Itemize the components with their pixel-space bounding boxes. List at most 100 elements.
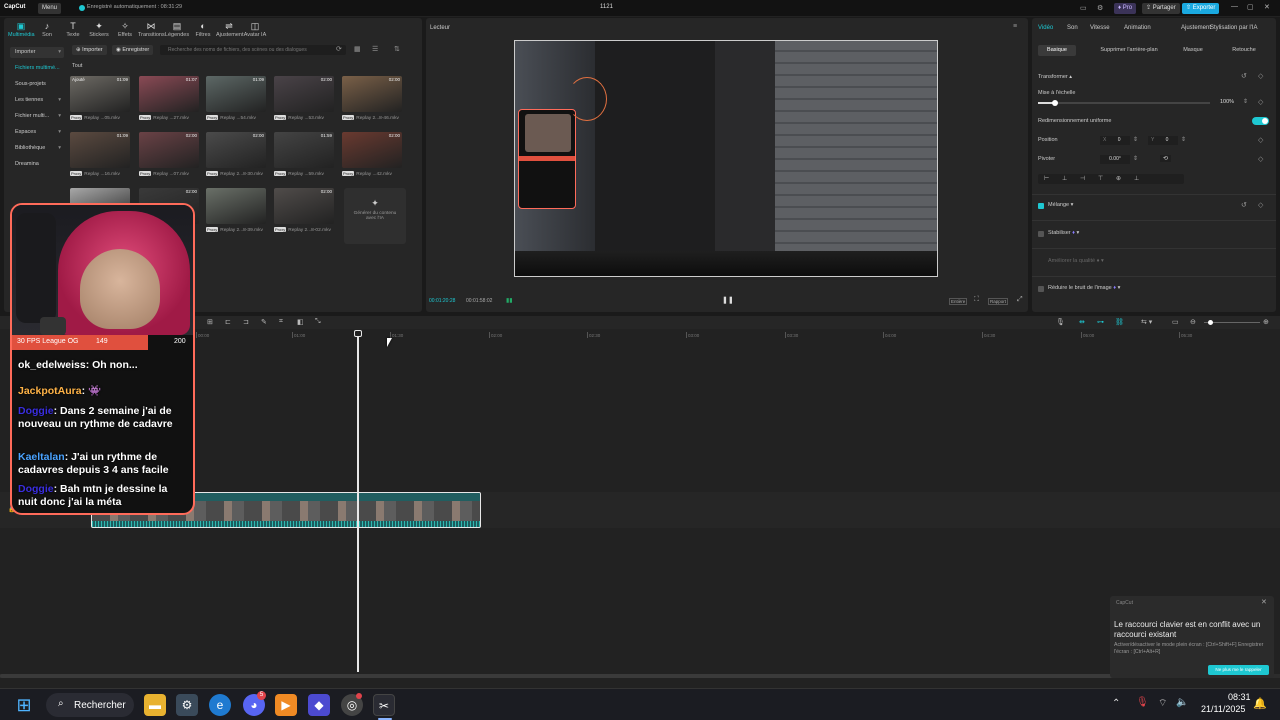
denoise-checkbox[interactable]: [1038, 286, 1044, 292]
transform-heading[interactable]: Transformer ▴: [1038, 74, 1072, 80]
clock-time[interactable]: 08:31: [1228, 692, 1251, 702]
sidebar-item-4[interactable]: Fichier multi... ▾: [10, 111, 64, 122]
dev-app-icon[interactable]: ◆: [308, 694, 330, 716]
align-icon-3[interactable]: ⊤: [1098, 175, 1103, 182]
align-icon-4[interactable]: ⊕: [1116, 175, 1121, 182]
video-preview[interactable]: [514, 40, 938, 277]
tool-effets[interactable]: ✧ Effets: [112, 21, 138, 38]
blend-heading[interactable]: Mélange ▾: [1048, 202, 1073, 208]
keyframe-position-icon[interactable]: ◇: [1258, 136, 1263, 144]
position-y-field[interactable]: Y 0: [1148, 136, 1178, 145]
pro-button[interactable]: ♦ Pro: [1114, 3, 1137, 14]
media-thumbnail[interactable]: 01:09 Ajouté: [70, 76, 130, 112]
position-y-stepper-icon[interactable]: ⇕: [1181, 136, 1186, 143]
layout-icon[interactable]: ▭: [1080, 4, 1087, 12]
grid-view-icon[interactable]: ▦: [354, 45, 361, 53]
fullscreen-icon[interactable]: ⤢: [1017, 296, 1023, 304]
wifi-icon[interactable]: ⌔: [1158, 697, 1167, 710]
ai-search-icon[interactable]: ⟳: [336, 45, 342, 53]
sidebar-item-2[interactable]: Sous-projets: [10, 79, 64, 90]
pause-icon[interactable]: ❚❚: [722, 296, 734, 304]
minimize-icon[interactable]: —: [1231, 3, 1238, 10]
media-thumbnail[interactable]: 02:00: [206, 132, 266, 168]
tab-5[interactable]: Stylisation par l'IA: [1210, 25, 1258, 31]
stabilize-heading[interactable]: Stabiliser ♦ ▾: [1048, 230, 1079, 236]
notifications-icon[interactable]: 🔔: [1253, 697, 1267, 710]
maximize-icon[interactable]: ▢: [1247, 3, 1254, 11]
tab-0[interactable]: Vidéo: [1038, 25, 1053, 31]
ai-generate-card[interactable]: ✦ Générer du contenu avec l'IA: [344, 188, 406, 244]
position-x-stepper-icon[interactable]: ⇕: [1133, 136, 1138, 143]
file-explorer-icon[interactable]: ▬: [144, 694, 166, 716]
player-menu-icon[interactable]: ≡: [1013, 23, 1017, 30]
rotate-field[interactable]: 0.00°: [1100, 155, 1130, 164]
sidebar-item-7[interactable]: Dreamina: [10, 159, 64, 170]
share-button[interactable]: ⇪ Partager: [1142, 3, 1180, 14]
media-thumbnail[interactable]: 02:00: [274, 188, 334, 224]
settings-icon[interactable]: ⚙: [1097, 4, 1103, 12]
align-icon-5[interactable]: ⊥: [1134, 175, 1139, 182]
tab-3[interactable]: Animation: [1124, 25, 1151, 31]
taskbar-search[interactable]: ⌕ Rechercher: [46, 693, 134, 717]
filter-all[interactable]: Tout: [72, 63, 82, 69]
record-button[interactable]: ◉ Enregistrer: [112, 45, 154, 55]
capcut-taskbar-icon[interactable]: ✂: [373, 694, 395, 716]
sidebar-item-6[interactable]: Bibliothèque ▾: [10, 143, 64, 154]
subtab-2[interactable]: Masque: [1172, 45, 1214, 56]
toast-dismiss-button[interactable]: Ne plus me le rappeler: [1208, 665, 1269, 675]
subtab-1[interactable]: Supprimer l'arrière-plan: [1090, 45, 1168, 56]
subtab-3[interactable]: Retouche: [1220, 45, 1268, 56]
tool-legendes[interactable]: ▤ Légendes: [164, 21, 190, 38]
media-thumbnail[interactable]: 01:09: [70, 132, 130, 168]
tool-ajustement[interactable]: ⇌ Ajustement: [216, 21, 244, 38]
menu-button[interactable]: Menu: [38, 3, 62, 14]
timeline-scrollbar[interactable]: [0, 674, 1280, 678]
align-icon-2[interactable]: ⊣: [1080, 175, 1085, 182]
media-thumbnail[interactable]: 01:09: [206, 76, 266, 112]
reset-transform-icon[interactable]: ↺: [1241, 72, 1247, 80]
scale-slider-handle[interactable]: [1052, 100, 1059, 106]
position-x-field[interactable]: X 0: [1100, 136, 1130, 145]
media-thumbnail[interactable]: [206, 188, 266, 224]
tool-filtres[interactable]: ◐ Filtres: [190, 21, 216, 38]
align-icon-0[interactable]: ⊢: [1044, 175, 1049, 182]
tab-1[interactable]: Son: [1067, 25, 1078, 31]
export-button[interactable]: ⇧ Exporter: [1182, 3, 1220, 14]
media-thumbnail[interactable]: 02:00: [342, 132, 402, 168]
media-thumbnail[interactable]: 01:07: [139, 76, 199, 112]
volume-icon[interactable]: 🔈: [1176, 697, 1188, 708]
blend-checkbox[interactable]: [1038, 203, 1044, 209]
sidebar-item-0[interactable]: Importer ▾: [10, 47, 64, 58]
timeline-scroll-thumb[interactable]: [0, 674, 1264, 678]
playhead[interactable]: [357, 334, 359, 672]
keyframe-rotate-icon[interactable]: ◇: [1258, 155, 1263, 163]
scale-stepper-icon[interactable]: ⇕: [1243, 98, 1248, 105]
project-name[interactable]: 1121: [600, 4, 613, 10]
media-thumbnail[interactable]: 02:00: [274, 76, 334, 112]
list-view-icon[interactable]: ☰: [372, 45, 378, 53]
toast-close-icon[interactable]: ✕: [1261, 598, 1267, 606]
stabilize-checkbox[interactable]: [1038, 231, 1044, 237]
rotate-stepper-icon[interactable]: ⇕: [1133, 155, 1138, 162]
close-icon[interactable]: ✕: [1264, 3, 1270, 11]
edge-icon[interactable]: e: [209, 694, 231, 716]
scale-value[interactable]: 100%: [1220, 99, 1234, 105]
tab-4[interactable]: Ajustement: [1181, 25, 1211, 31]
sidebar-item-1[interactable]: Fichiers multimé...: [10, 63, 64, 74]
keyframe-blend-icon[interactable]: ◇: [1258, 201, 1263, 209]
mic-tray-icon[interactable]: 🎙: [1136, 697, 1149, 708]
fit-button[interactable]: Entière: [949, 298, 968, 305]
tab-2[interactable]: Vitesse: [1090, 25, 1110, 31]
ratio-button[interactable]: Rapport: [988, 298, 1009, 305]
sidebar-item-3[interactable]: Les tiennes ▾: [10, 95, 64, 106]
settings-app-icon[interactable]: ⚙: [176, 694, 198, 716]
reset-blend-icon[interactable]: ↺: [1241, 201, 1247, 209]
import-button[interactable]: ⊕ Importer: [72, 45, 107, 55]
tool-avatar-ia[interactable]: ◫ Avatar IA: [242, 21, 268, 38]
media-thumbnail[interactable]: 02:00: [342, 76, 402, 112]
media-thumbnail[interactable]: 02:00: [139, 132, 199, 168]
subtab-0[interactable]: Basique: [1038, 45, 1076, 56]
keyframe-scale-icon[interactable]: ◇: [1258, 98, 1263, 106]
filter-icon[interactable]: ⇅: [394, 45, 400, 53]
player-app-icon[interactable]: ▶: [275, 694, 297, 716]
